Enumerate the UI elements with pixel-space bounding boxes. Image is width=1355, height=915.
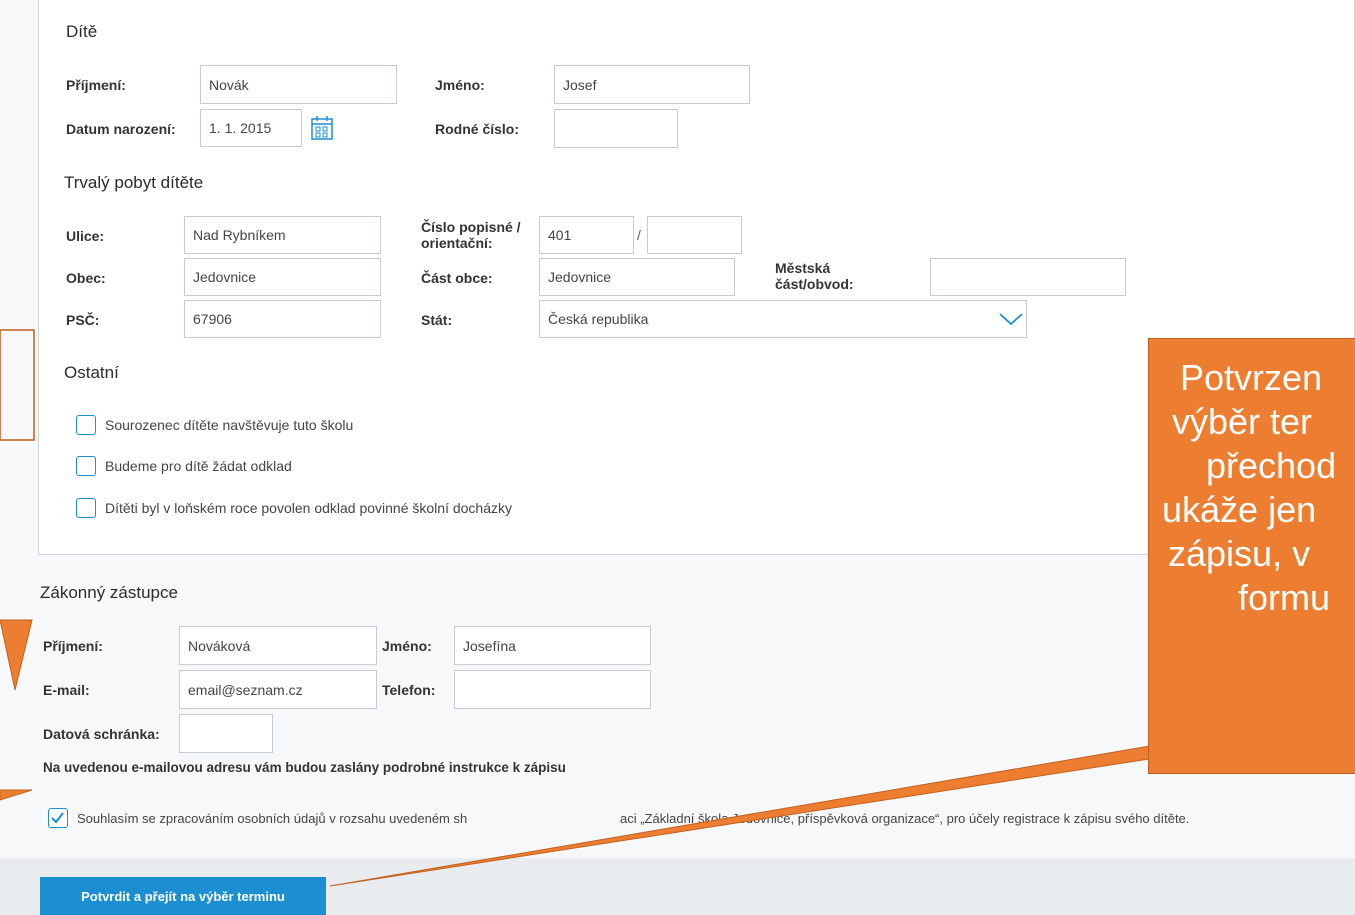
callout-line-2: výběr ter	[1172, 401, 1313, 442]
callout-arrow-consent	[0, 789, 33, 801]
callout-arrow-button	[329, 739, 1221, 887]
callout-line-4: ukáže jen	[1162, 489, 1317, 530]
callout-arrow-email	[0, 619, 33, 691]
callout-box-left-top	[0, 329, 35, 441]
callout-line-6: formu	[1238, 577, 1331, 618]
callout-line-5: zápisu, v	[1168, 533, 1311, 574]
callout-line-1: Potvrzen	[1180, 357, 1323, 398]
callout-line-3: přechod	[1206, 445, 1337, 486]
